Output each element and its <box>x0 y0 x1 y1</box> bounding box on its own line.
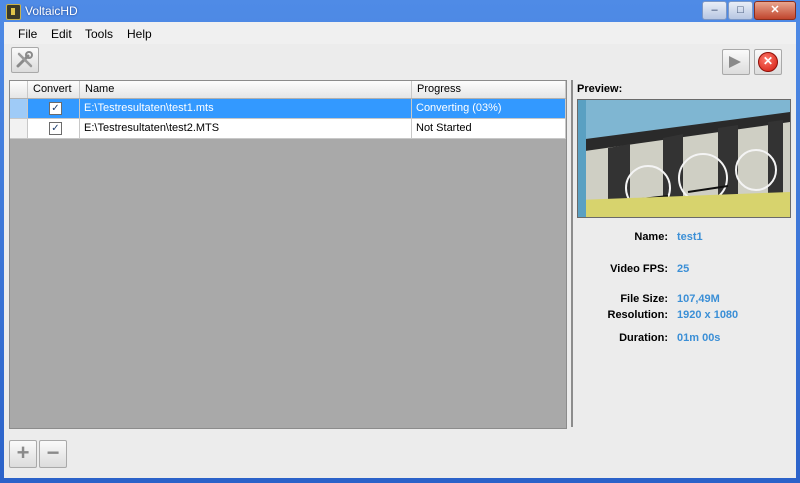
convert-cell: ✓ <box>28 119 80 138</box>
progress-cell: Converting (03%) <box>412 99 566 118</box>
resolution-value: 1920 x 1080 <box>677 309 739 321</box>
grid-header: Convert Name Progress <box>10 81 566 99</box>
resolution-label: Resolution: <box>607 309 669 321</box>
minimize-button[interactable]: – <box>702 1 727 20</box>
convert-checkbox[interactable]: ✓ <box>49 102 62 115</box>
preview-title: Preview: <box>577 83 623 95</box>
stop-button[interactable]: ✕ <box>754 49 782 75</box>
name-cell: E:\Testresultaten\test1.mts <box>80 99 412 118</box>
arrow-right-icon <box>729 56 741 68</box>
client-area: File Edit Tools Help ✕ Convert Name Prog… <box>4 22 796 478</box>
title-bar[interactable]: VoltaicHD – □ ✕ <box>0 0 800 22</box>
settings-button[interactable] <box>11 47 39 73</box>
convert-cell: ✓ <box>28 99 80 118</box>
tools-icon <box>16 51 33 68</box>
convert-checkbox[interactable]: ✓ <box>49 122 62 135</box>
app-window: VoltaicHD – □ ✕ File Edit Tools Help ✕ C… <box>0 0 800 483</box>
close-button[interactable]: ✕ <box>754 1 796 20</box>
menu-file[interactable]: File <box>18 27 37 41</box>
file-size-value: 107,49M <box>677 293 720 305</box>
column-header-name[interactable]: Name <box>80 81 412 98</box>
menu-bar: File Edit Tools Help <box>4 22 796 44</box>
remove-file-button[interactable]: − <box>39 440 67 468</box>
start-conversion-button[interactable] <box>722 49 750 75</box>
file-size-label: File Size: <box>620 293 668 305</box>
preview-thumbnail <box>577 99 791 218</box>
stop-icon: ✕ <box>758 52 778 72</box>
table-row[interactable]: ✓ E:\Testresultaten\test2.MTS Not Starte… <box>10 119 566 139</box>
fps-label: Video FPS: <box>610 263 668 275</box>
plus-icon: + <box>16 440 30 465</box>
name-cell: E:\Testresultaten\test2.MTS <box>80 119 412 138</box>
add-file-button[interactable]: + <box>9 440 37 468</box>
header-row-selector <box>10 81 28 98</box>
film-strip-image <box>578 100 790 217</box>
maximize-button[interactable]: □ <box>728 1 753 20</box>
minus-icon: − <box>46 440 60 465</box>
progress-cell: Not Started <box>412 119 566 138</box>
row-selector[interactable] <box>10 119 28 138</box>
window-controls: – □ ✕ <box>701 1 796 20</box>
app-logo-icon <box>6 4 21 20</box>
file-list-grid[interactable]: Convert Name Progress ✓ E:\Testresultate… <box>9 80 567 429</box>
column-header-convert[interactable]: Convert <box>28 81 80 98</box>
fps-value: 25 <box>677 263 690 275</box>
preview-panel: Preview: Name: test1 Video FPS: 25 File … <box>571 80 795 427</box>
menu-help[interactable]: Help <box>127 27 152 41</box>
menu-edit[interactable]: Edit <box>51 27 72 41</box>
name-label: Name: <box>634 231 668 243</box>
menu-tools[interactable]: Tools <box>85 27 113 41</box>
window-title: VoltaicHD <box>25 4 78 18</box>
table-row[interactable]: ✓ E:\Testresultaten\test1.mts Converting… <box>10 99 566 119</box>
name-value: test1 <box>677 231 703 243</box>
duration-value: 01m 00s <box>677 332 721 344</box>
column-header-progress[interactable]: Progress <box>412 81 566 98</box>
duration-label: Duration: <box>619 332 668 344</box>
row-selector[interactable] <box>10 99 28 118</box>
